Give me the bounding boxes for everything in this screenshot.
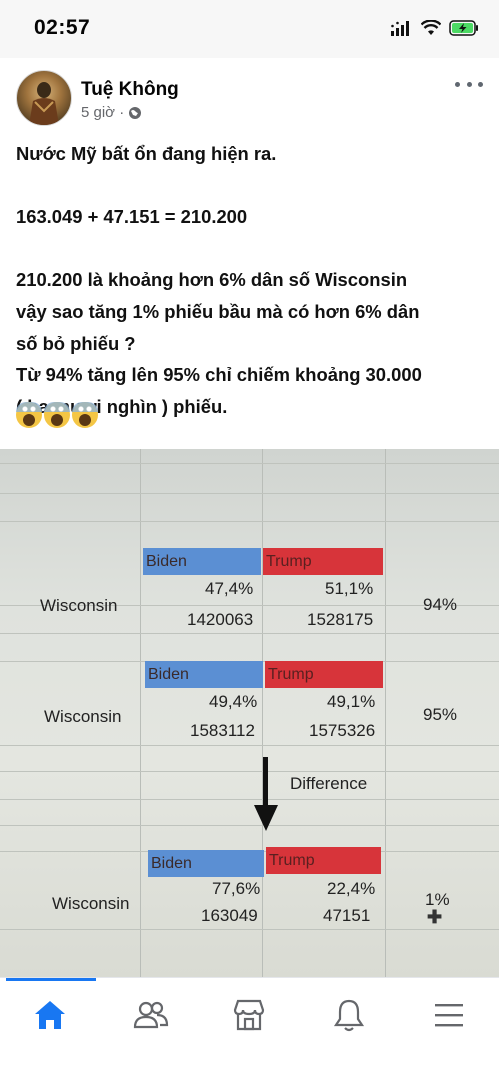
screaming-face-icon [44, 402, 70, 428]
bottom-nav [0, 977, 499, 1081]
grid-line [0, 799, 499, 800]
nav-menu[interactable] [424, 990, 474, 1040]
grid-line [262, 449, 263, 977]
trump-header: Trump [265, 661, 383, 688]
more-dot-icon [466, 81, 472, 87]
nav-notifications[interactable] [324, 990, 374, 1040]
biden-votes: 1583112 [190, 721, 255, 740]
state-label: Wisconsin [52, 894, 130, 913]
down-arrow-head-icon [254, 805, 278, 831]
trump-header: Trump [266, 847, 381, 874]
biden-percent: 47,4% [205, 579, 254, 598]
post-line: số bỏ phiếu ? [16, 332, 136, 354]
signal-icon [391, 21, 409, 36]
biden-votes: 1420063 [187, 610, 254, 629]
trump-votes: 1575326 [309, 721, 376, 740]
difference-label: Difference [290, 774, 368, 793]
menu-icon [435, 1004, 463, 1027]
more-dot-icon [455, 81, 460, 87]
globe-icon [129, 106, 142, 119]
status-bar: 02:57 [0, 0, 499, 58]
nav-home[interactable] [25, 990, 75, 1040]
emoji-row [16, 402, 98, 428]
trump-votes: 47151 [323, 906, 371, 925]
grid-line [0, 493, 499, 494]
post-line: Nước Mỹ bất ổn đang hiện ra. [16, 143, 277, 164]
marketplace-icon [233, 999, 265, 1031]
post-line: 163.049 + 47.151 = 210.200 [16, 206, 248, 228]
post-line-blank [16, 170, 486, 202]
state-label: Wisconsin [40, 596, 118, 615]
biden-header: Biden [143, 548, 261, 575]
grid-line [0, 521, 499, 522]
wifi-icon [421, 20, 441, 35]
post-photo[interactable]: Biden Trump Wisconsin 47,4% 51,1% 142006… [0, 449, 499, 977]
post-line: vậy sao tăng 1% phiếu bầu mà có hơn 6% d… [16, 300, 420, 322]
status-icons [391, 20, 479, 36]
trump-percent: 49,1% [327, 692, 376, 711]
author-name[interactable]: Tuệ Không [81, 79, 179, 101]
author-avatar[interactable] [16, 70, 72, 126]
post-line-blank [16, 233, 486, 265]
trump-header: Trump [263, 548, 383, 575]
screaming-face-icon [72, 402, 98, 428]
grid-line [0, 771, 499, 772]
status-time: 02:57 [34, 16, 91, 39]
nav-friends[interactable] [126, 990, 176, 1040]
grid-line [385, 449, 386, 977]
biden-header: Biden [145, 661, 263, 688]
grid-line [0, 929, 499, 930]
trump-percent: 22,4% [327, 879, 376, 898]
grid-line [140, 449, 141, 977]
friends-icon [133, 1001, 169, 1029]
reporting-percent: 95% [423, 705, 458, 724]
grid-line [0, 633, 499, 634]
post-time: 5 giờ · [81, 104, 125, 121]
biden-percent: 77,6% [212, 879, 261, 898]
trump-votes: 1528175 [307, 610, 374, 629]
notifications-icon [333, 999, 365, 1032]
post-line: Từ 94% tăng lên 95% chỉ chiếm khoảng 30.… [16, 364, 422, 386]
down-arrow-icon [263, 757, 268, 809]
grid-line [0, 745, 499, 746]
grid-line [0, 463, 499, 464]
post-body: Nước Mỹ bất ổn đang hiện ra. 163.049 + 4… [16, 138, 486, 422]
post-line: 210.200 là khoảng hơn 6% dân số Wisconsi… [16, 269, 408, 291]
biden-percent: 49,4% [209, 692, 258, 711]
post-meta: 5 giờ · [81, 104, 142, 121]
avatar-image [29, 82, 59, 125]
battery-charging-icon [449, 20, 478, 36]
more-options-button[interactable] [455, 74, 483, 94]
nav-marketplace[interactable] [224, 990, 274, 1040]
biden-header: Biden [148, 850, 264, 877]
active-tab-indicator [6, 978, 96, 981]
biden-votes: 163049 [201, 906, 258, 925]
more-dot-icon [478, 81, 483, 87]
grid-line [0, 825, 499, 826]
state-label: Wisconsin [44, 707, 122, 726]
trump-percent: 51,1% [325, 579, 374, 598]
reporting-percent: 94% [423, 595, 458, 614]
screaming-face-icon [16, 402, 42, 428]
home-icon [35, 1001, 65, 1029]
handwritten-plus-icon: ✚ [427, 907, 443, 927]
